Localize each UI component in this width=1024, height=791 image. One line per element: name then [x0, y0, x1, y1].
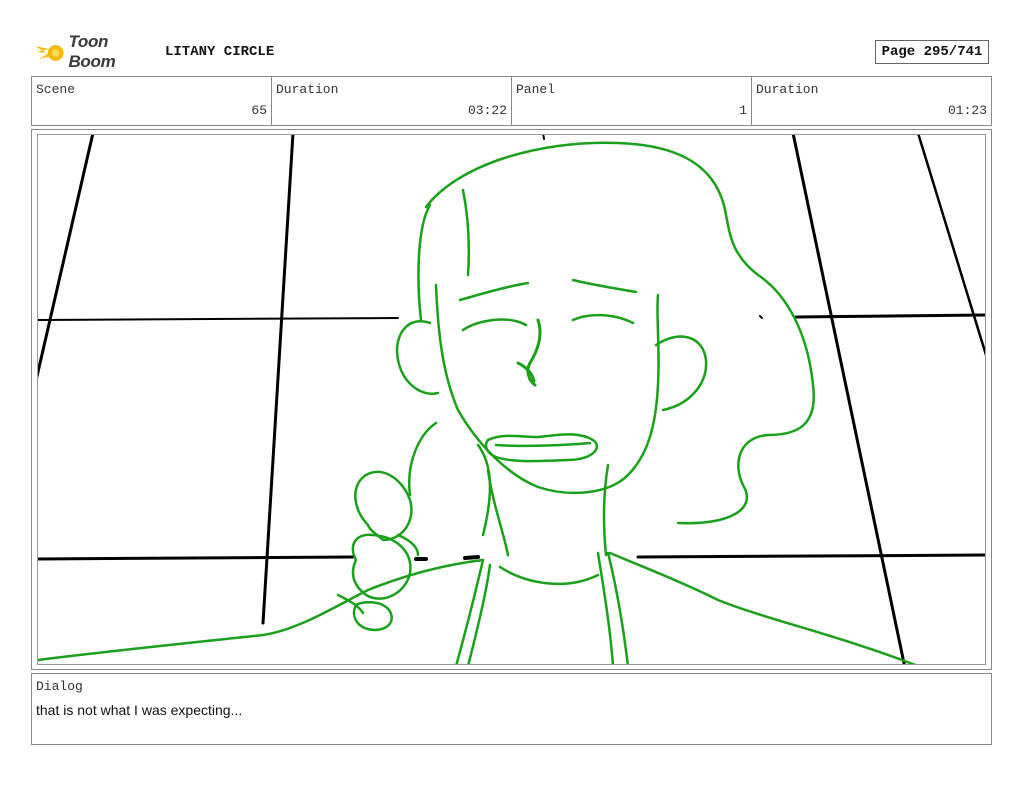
- scene-label: Scene: [36, 82, 76, 97]
- background-lines: [38, 135, 985, 664]
- toon-boom-logo-icon: [34, 45, 64, 61]
- panel-duration-label: Duration: [756, 82, 819, 97]
- panel-value: 1: [739, 103, 747, 118]
- scene-info-row: Scene 65 Duration 03:22 Panel 1 Duration…: [31, 76, 992, 126]
- scene-value: 65: [251, 103, 267, 118]
- toon-boom-logo: Toon Boom: [33, 32, 158, 71]
- scene-duration-label: Duration: [276, 82, 339, 97]
- panel-duration-value: 01:23: [947, 103, 987, 118]
- dialog-label: Dialog: [36, 679, 83, 694]
- panel-duration-cell: Duration 01:23: [752, 77, 991, 125]
- page-number: Page 295/741: [875, 40, 989, 64]
- dialog-box: Dialog that is not what I was expecting.…: [31, 673, 992, 745]
- panel-label: Panel: [516, 82, 556, 97]
- storyboard-header: Toon Boom LITANY CIRCLE Page 295/741: [0, 0, 1024, 76]
- logo-text: Toon Boom: [68, 32, 116, 71]
- scene-duration-cell: Duration 03:22: [272, 77, 512, 125]
- scene-duration-value: 03:22: [467, 103, 507, 118]
- dialog-text: that is not what I was expecting...: [36, 702, 243, 718]
- character-sketch: [38, 141, 917, 664]
- project-title: LITANY CIRCLE: [165, 44, 275, 60]
- scene-cell: Scene 65: [32, 77, 272, 125]
- panel-cell: Panel 1: [512, 77, 752, 125]
- storyboard-sketch: [38, 135, 985, 664]
- panel-drawing: [37, 134, 986, 665]
